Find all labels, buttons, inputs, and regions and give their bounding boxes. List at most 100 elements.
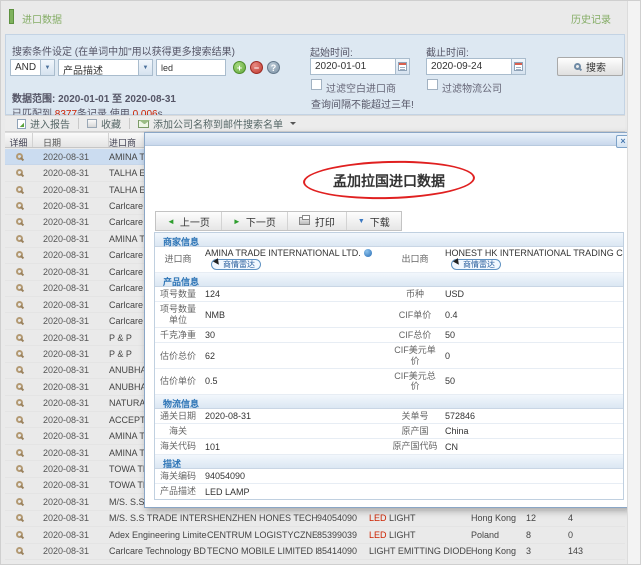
enter-report-button[interactable]: 进入报告 — [11, 116, 76, 131]
help-icon[interactable]: ? — [267, 61, 280, 74]
add-mail-list-button[interactable]: 添加公司名称到邮件搜索名单 — [132, 116, 302, 131]
row-amount: 143 — [568, 546, 613, 556]
row-importer: Adex Engineering Limited — [109, 530, 207, 540]
field-value: NMB — [201, 308, 389, 322]
row-country: Hong Kong — [471, 513, 526, 523]
modal-info-row: 海关编码94054090 — [155, 469, 623, 484]
detail-magnifier-icon[interactable] — [16, 301, 23, 308]
detail-magnifier-icon[interactable] — [16, 383, 23, 390]
enter-report-label: 进入报告 — [30, 116, 70, 131]
green-accent-bar — [9, 9, 14, 24]
detail-magnifier-icon[interactable] — [16, 366, 23, 373]
detail-magnifier-icon[interactable] — [16, 350, 23, 357]
row-date: 2020-08-31 — [33, 448, 109, 458]
filter-logistics-checkbox[interactable] — [427, 79, 438, 90]
next-page-button[interactable]: ► 下一页 — [222, 212, 288, 230]
end-date-input[interactable]: 2020-09-24 — [426, 58, 526, 75]
row-country: Hong Kong — [471, 546, 526, 556]
detail-magnifier-icon[interactable] — [16, 416, 23, 423]
detail-magnifier-icon[interactable] — [16, 399, 23, 406]
detail-magnifier-icon[interactable] — [16, 218, 23, 225]
field-label: 原产国 — [389, 424, 441, 438]
modal-info-row: 估价总价62CIF美元单价0 — [155, 343, 623, 369]
modal-toolbar: ◄ 上一页 ► 下一页 打印 ▼ 下载 — [155, 211, 402, 231]
prev-page-button[interactable]: ◄ 上一页 — [156, 212, 222, 230]
globe-icon[interactable] — [364, 249, 372, 257]
detail-magnifier-icon[interactable] — [16, 235, 23, 242]
table-row[interactable]: 2020-08-31Carlcare Technology BD Limited… — [5, 544, 625, 560]
field-value: CN — [441, 440, 623, 454]
detail-magnifier-icon[interactable] — [16, 334, 23, 341]
business-radar-link[interactable]: 商情雷达 — [211, 259, 261, 270]
detail-magnifier-icon[interactable] — [16, 449, 23, 456]
detail-magnifier-icon[interactable] — [16, 465, 23, 472]
field-label: 估价单价 — [155, 374, 201, 388]
detail-magnifier-icon[interactable] — [16, 284, 23, 291]
row-date: 2020-08-31 — [33, 480, 109, 490]
detail-magnifier-icon[interactable] — [16, 202, 23, 209]
row-date: 2020-08-31 — [33, 168, 109, 178]
row-hscode: 94054090 — [317, 513, 369, 523]
chevron-down-icon[interactable]: ▼ — [40, 60, 54, 75]
modal-info-row: 项号数量124币种USD — [155, 287, 623, 302]
print-button[interactable]: 打印 — [288, 212, 347, 230]
modal-info-row: 项号数量单位NMBCIF单价0.4 — [155, 302, 623, 328]
col-detail[interactable]: 详细 — [5, 133, 33, 147]
filter-blank-importer-checkbox[interactable] — [311, 79, 322, 90]
detail-magnifier-icon[interactable] — [16, 498, 23, 505]
field-label: 海关 — [155, 424, 201, 438]
detail-magnifier-icon[interactable] — [16, 186, 23, 193]
detail-magnifier-icon[interactable] — [16, 317, 23, 324]
row-date: 2020-08-31 — [33, 546, 109, 556]
modal-section-title: 物流信息 — [155, 395, 623, 409]
add-condition-icon[interactable]: + — [233, 61, 246, 74]
detail-magnifier-icon[interactable] — [16, 268, 23, 275]
col-date[interactable]: 日期 — [33, 133, 109, 147]
row-date: 2020-08-31 — [33, 365, 109, 375]
search-button-label: 搜索 — [586, 59, 606, 74]
keyword-input[interactable] — [156, 59, 226, 76]
chevron-down-icon[interactable]: ▼ — [138, 60, 152, 75]
table-row[interactable]: 2020-08-31M/S. S.S TRADE INTERNATIO...SH… — [5, 511, 625, 527]
download-button[interactable]: ▼ 下载 — [347, 212, 401, 230]
row-qty: 8 — [526, 530, 568, 540]
detail-magnifier-icon[interactable] — [16, 153, 23, 160]
field-label: 进口商 — [155, 252, 201, 266]
data-range-label: 数据范围: — [12, 94, 55, 105]
row-description: LED LIGHT — [369, 513, 471, 523]
detail-magnifier-icon[interactable] — [16, 481, 23, 488]
bool-operator-select[interactable]: AND ▼ — [10, 59, 55, 76]
field-value: 50 — [441, 328, 623, 342]
mail-icon — [138, 120, 149, 128]
row-exporter: TECNO MOBILE LIMITED RO... — [207, 546, 317, 556]
field-value: 0.4 — [441, 308, 623, 322]
table-row[interactable]: 2020-08-31Adex Engineering LimitedCENTRU… — [5, 527, 625, 543]
arrow-left-icon: ◄ — [167, 217, 175, 226]
detail-magnifier-icon[interactable] — [16, 547, 23, 554]
field-label: 通关日期 — [155, 409, 201, 423]
modal-section-title: 商家信息 — [155, 233, 623, 247]
detail-magnifier-icon[interactable] — [16, 514, 23, 521]
filter-blank-importer-label: 过滤空白进口商 — [326, 80, 396, 95]
detail-magnifier-icon[interactable] — [16, 432, 23, 439]
calendar-icon[interactable] — [395, 59, 409, 74]
calendar-icon[interactable] — [511, 59, 525, 74]
detail-magnifier-icon[interactable] — [16, 169, 23, 176]
vertical-scrollbar[interactable] — [627, 1, 640, 565]
row-date: 2020-08-31 — [33, 267, 109, 277]
row-date: 2020-08-31 — [33, 382, 109, 392]
detail-magnifier-icon[interactable] — [16, 251, 23, 258]
history-link[interactable]: 历史记录 — [571, 11, 611, 26]
field-label: CIF总价 — [389, 328, 441, 342]
detail-magnifier-icon[interactable] — [16, 531, 23, 538]
field-value: 101 — [201, 440, 389, 454]
search-field-select[interactable]: 产品描述 ▼ — [58, 59, 153, 76]
row-date: 2020-08-31 — [33, 217, 109, 227]
search-button[interactable]: 搜索 — [557, 57, 623, 76]
start-date-input[interactable]: 2020-01-01 — [310, 58, 410, 75]
business-radar-link[interactable]: 商情雷达 — [451, 259, 501, 270]
favorite-button[interactable]: 收藏 — [81, 116, 127, 131]
field-value: LED LAMP — [201, 485, 621, 499]
data-range-value: 2020-01-01 至 2020-08-31 — [58, 94, 176, 105]
remove-condition-icon[interactable]: − — [250, 61, 263, 74]
